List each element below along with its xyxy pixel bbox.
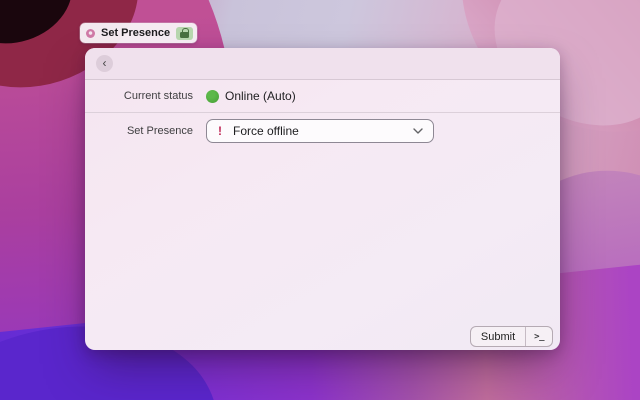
set-presence-tag[interactable]: Set Presence — [80, 23, 198, 43]
window-header: ‹ — [85, 48, 560, 80]
presence-select[interactable]: ! Force offline — [206, 119, 434, 143]
submit-split-button: Submit >_ — [469, 326, 553, 347]
terminal-button[interactable]: >_ — [526, 327, 552, 346]
set-presence-label: Set Presence — [126, 125, 193, 137]
lock-icon — [176, 26, 194, 40]
selected-option-label: Force offline — [233, 124, 299, 138]
app-icon — [86, 28, 95, 38]
tag-label: Set Presence — [101, 27, 171, 39]
current-status-row: Current status Online (Auto) — [85, 80, 560, 113]
chevron-down-icon — [413, 128, 423, 134]
current-status-label: Current status — [123, 90, 193, 102]
current-status-value: Online (Auto) — [225, 89, 296, 103]
online-status-icon — [206, 89, 219, 103]
set-presence-row: Set Presence ! Force offline — [85, 119, 560, 143]
set-presence-window: ‹ Current status Online (Auto) Set Prese… — [85, 48, 560, 350]
back-button[interactable]: ‹ — [96, 55, 113, 72]
warning-icon: ! — [218, 124, 222, 138]
submit-button[interactable]: Submit — [471, 327, 525, 346]
